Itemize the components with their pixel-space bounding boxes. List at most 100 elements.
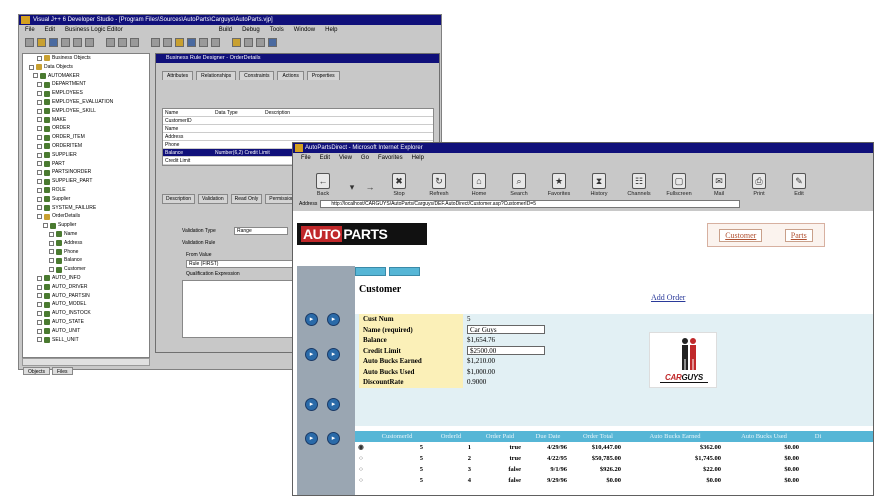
ide-menu-build[interactable]: Build — [219, 25, 232, 35]
menu-edit[interactable]: Edit — [320, 153, 330, 163]
toolbar-button[interactable]: ☷ Channels — [619, 173, 659, 197]
expand-icon[interactable] — [37, 214, 42, 220]
new-icon[interactable] — [25, 37, 34, 47]
row-select-radio-icon[interactable]: ◉ — [355, 442, 367, 453]
grid-row[interactable]: Name — [163, 125, 433, 133]
toolbar-button[interactable]: ✎ Edit — [779, 173, 819, 197]
nav-button-icon[interactable]: ▸ — [327, 398, 340, 411]
menu-file[interactable]: File — [301, 153, 311, 163]
tree-item[interactable]: EMPLOYEES — [23, 89, 149, 98]
expand-icon[interactable] — [37, 319, 42, 325]
toolbar-button[interactable]: ↻ Refresh — [419, 173, 459, 197]
field-value[interactable]: $2500.00 — [463, 345, 553, 357]
expand-icon[interactable] — [49, 240, 54, 246]
add-order-link[interactable]: Add Order — [651, 293, 685, 302]
tree-item[interactable]: SUPPLIER — [23, 151, 149, 160]
expand-icon[interactable] — [37, 196, 42, 202]
ide-menu-window[interactable]: Window — [294, 25, 315, 35]
tree-item[interactable]: EMPLOYEE_EVALUATION — [23, 98, 149, 107]
nav-button-icon[interactable]: ▸ — [305, 313, 318, 326]
row-select-radio-icon[interactable]: ○ — [355, 453, 367, 464]
ide-menu-edit[interactable]: Edit — [45, 25, 55, 35]
tree-item[interactable]: Supplier — [23, 195, 149, 204]
cut-icon[interactable] — [61, 37, 70, 47]
tree-item[interactable]: SUPPLIER_PART — [23, 177, 149, 186]
expand-icon[interactable] — [37, 275, 42, 281]
expand-icon[interactable] — [37, 161, 42, 167]
tree-item[interactable]: AUTO_MODEL — [23, 300, 149, 309]
query-icon[interactable] — [256, 37, 265, 47]
tab-read-only[interactable]: Read Only — [230, 194, 263, 204]
tree-item[interactable]: PARTSINORDER — [23, 168, 149, 177]
toolbar-button[interactable]: ⌕ Search — [499, 173, 539, 197]
expand-icon[interactable] — [37, 108, 42, 114]
expand-icon[interactable] — [49, 267, 54, 273]
toolbar-button[interactable]: ⎙ Print — [739, 173, 779, 197]
expand-icon[interactable] — [37, 328, 42, 334]
toolbar-button[interactable]: ▢ Fullscreen — [659, 173, 699, 197]
expand-icon[interactable] — [37, 311, 42, 316]
column-header[interactable]: Di — [803, 431, 833, 442]
explorer-icon[interactable] — [211, 37, 220, 47]
nav-button-icon[interactable]: ▸ — [327, 313, 340, 326]
expand-icon[interactable] — [37, 143, 42, 149]
expand-icon[interactable] — [37, 187, 42, 193]
tree-item[interactable]: ORDER — [23, 124, 149, 133]
tree-item[interactable]: SELL_UNIT — [23, 336, 149, 345]
nav-button-icon[interactable]: ▸ — [327, 348, 340, 361]
field-value[interactable]: Car Guys — [463, 324, 553, 336]
ide-menu-help[interactable]: Help — [325, 25, 337, 35]
expand-icon[interactable] — [37, 82, 42, 88]
tree-item[interactable]: Name — [23, 230, 149, 239]
properties-icon[interactable] — [187, 37, 196, 47]
from-value-field[interactable]: Rule (FIRST) — [186, 260, 302, 268]
page-tab[interactable] — [355, 267, 386, 276]
expand-icon[interactable] — [37, 284, 42, 290]
tree-item[interactable]: AUTOMAKER — [23, 72, 149, 81]
tree-item[interactable]: Phone — [23, 248, 149, 257]
nav-button-icon[interactable]: ▸ — [305, 432, 318, 445]
debug-icon[interactable] — [268, 37, 277, 47]
paste-icon[interactable] — [85, 37, 94, 47]
tab-validation[interactable]: Validation — [198, 194, 228, 204]
tab-attributes[interactable]: Attributes — [162, 71, 194, 80]
ide-menu-ble[interactable]: Business Logic Editor — [65, 25, 123, 35]
validation-type-select[interactable]: Range — [234, 227, 288, 235]
save-icon[interactable] — [49, 37, 58, 47]
redo-icon[interactable] — [118, 37, 127, 47]
expand-icon[interactable] — [37, 179, 42, 185]
tree-item[interactable]: Customer — [23, 265, 149, 274]
field-input[interactable]: $2500.00 — [467, 345, 545, 355]
tree-item[interactable]: AUTO_INFO — [23, 274, 149, 283]
tree-item[interactable]: Business Objects — [23, 54, 149, 63]
tree-item[interactable]: OrderDetails — [23, 212, 149, 221]
tab-files[interactable]: Files — [51, 367, 73, 375]
toolbar-button[interactable]: ⧗ History — [579, 173, 619, 197]
order-row[interactable]: ○ 5 4 false 9/29/96 $0.00 $0.00 $0.00 — [355, 475, 873, 486]
ide-menu-debug[interactable]: Debug — [242, 25, 260, 35]
tree-item[interactable]: MAKE — [23, 116, 149, 125]
tree-item[interactable]: ROLE — [23, 186, 149, 195]
project-icon[interactable] — [175, 37, 184, 47]
tree-scrollbar[interactable] — [22, 358, 150, 366]
expand-icon[interactable] — [37, 205, 42, 211]
expand-icon[interactable] — [43, 223, 48, 229]
rule-icon[interactable] — [244, 37, 253, 47]
tree-item[interactable]: Data Objects — [23, 63, 149, 72]
column-header[interactable]: Auto Bucks Earned — [625, 431, 725, 442]
expand-icon[interactable] — [37, 99, 42, 105]
field-input[interactable]: Car Guys — [467, 324, 545, 334]
undo-icon[interactable] — [106, 37, 115, 47]
tree-item[interactable]: PART — [23, 160, 149, 169]
toolbox-icon[interactable] — [199, 37, 208, 47]
tree-item[interactable]: DEPARTMENT — [23, 80, 149, 89]
expand-icon[interactable] — [37, 91, 42, 97]
expand-icon[interactable] — [49, 258, 54, 264]
expression-editor[interactable] — [182, 280, 302, 338]
menu-favorites[interactable]: Favorites — [378, 153, 403, 163]
order-row[interactable]: ◉ 5 1 true 4/29/96 $10,447.00 $362.00 $0.00 — [355, 442, 873, 453]
toolbar-button[interactable]: ⌂ Home — [459, 173, 499, 197]
nav-button-icon[interactable]: ▸ — [305, 398, 318, 411]
expand-icon[interactable] — [37, 135, 42, 141]
customer-link[interactable]: Customer — [719, 228, 763, 242]
